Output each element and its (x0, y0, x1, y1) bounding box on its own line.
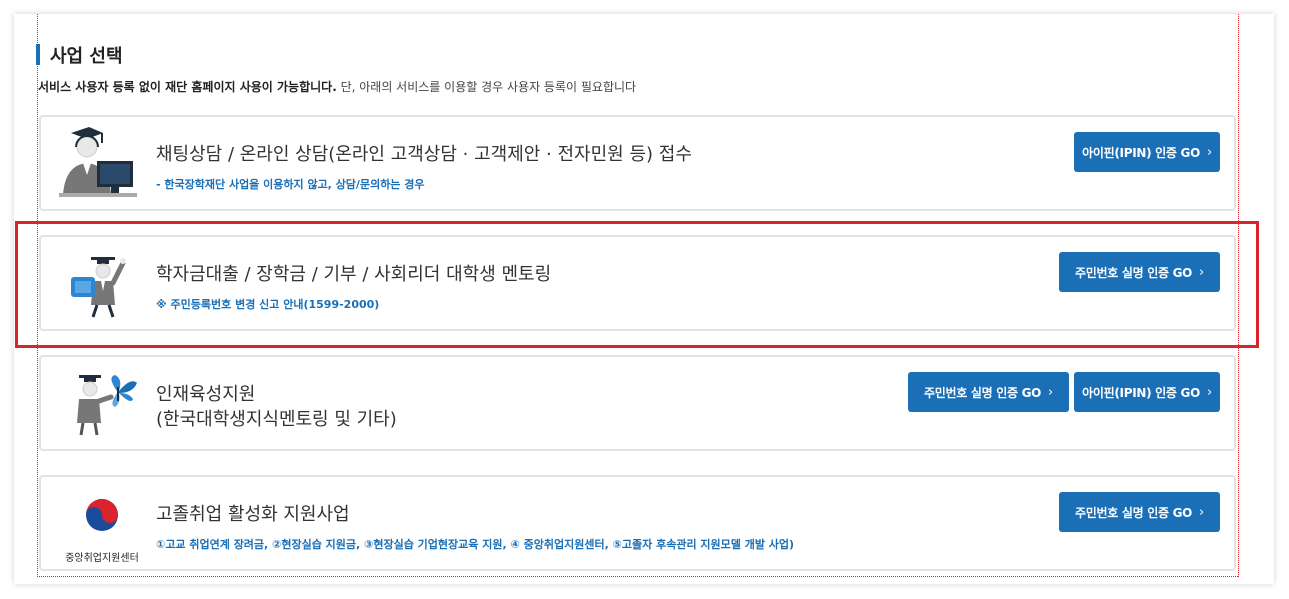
logo-text: 중앙취업지원센터 (65, 553, 139, 564)
chevron-right-icon: › (1199, 504, 1204, 520)
card-title: 채팅상담 / 온라인 상담(온라인 고객상담 · 고객제안 · 전자민원 등) … (156, 144, 692, 165)
chevron-right-icon: › (1206, 144, 1212, 160)
resident-id-auth-button[interactable]: 주민번호 실명 인증 GO › (1059, 492, 1220, 532)
card-subtitle: - 한국장학재단 사업을 이용하지 않고, 상담/문의하는 경우 (156, 178, 425, 191)
service-card-chat-counsel: 채팅상담 / 온라인 상담(온라인 고객상담 · 고객제안 · 전자민원 등) … (39, 115, 1236, 211)
highlight-box (15, 221, 1259, 348)
counselor-icon (57, 127, 147, 199)
center-logo: 중앙취업지원센터 (57, 487, 147, 564)
button-label: 주민번호 실명 인증 GO (924, 385, 1042, 400)
taegeuk-logo-icon (86, 499, 118, 531)
description-normal: 단, 아래의 서비스를 이용할 경우 사용자 등록이 필요합니다 (336, 80, 637, 94)
resident-id-auth-button[interactable]: 주민번호 실명 인증 GO › (908, 372, 1069, 412)
description-bold: 서비스 사용자 등록 없이 재단 홈페이지 사용이 가능합니다. (38, 80, 337, 94)
button-label: 주민번호 실명 인증 GO (1075, 505, 1193, 520)
card-subtitle: ①고교 취업연계 장려금, ②현장실습 지원금, ③현장실습 기업현장교육 지원… (156, 538, 795, 551)
section-title: 사업 선택 (50, 46, 123, 67)
button-label: 아이핀(IPIN) 인증 GO (1082, 145, 1200, 160)
service-card-high-school-employment: 중앙취업지원센터 고졸취업 활성화 지원사업 ①고교 취업연계 장려금, ②현장… (39, 475, 1236, 571)
mentor-butterfly-icon (57, 367, 147, 439)
card-title-line2: (한국대학생지식멘토링 및 기타) (156, 409, 397, 430)
ipin-auth-button[interactable]: 아이핀(IPIN) 인증 GO › (1074, 132, 1220, 172)
chevron-right-icon: › (1048, 384, 1053, 400)
card-title: 고졸취업 활성화 지원사업 (156, 504, 350, 525)
dotted-guide-bottom (37, 576, 1238, 577)
title-accent-bar (36, 44, 40, 65)
card-title-line1: 인재육성지원 (156, 384, 256, 405)
chevron-right-icon: › (1206, 384, 1212, 400)
button-label: 아이핀(IPIN) 인증 GO (1082, 385, 1200, 400)
ipin-auth-button[interactable]: 아이핀(IPIN) 인증 GO › (1074, 372, 1220, 412)
section-description: 서비스 사용자 등록 없이 재단 홈페이지 사용이 가능합니다. 단, 아래의 … (38, 78, 636, 95)
service-card-talent-development: 인재육성지원 (한국대학생지식멘토링 및 기타) 주민번호 실명 인증 GO › … (39, 355, 1236, 451)
